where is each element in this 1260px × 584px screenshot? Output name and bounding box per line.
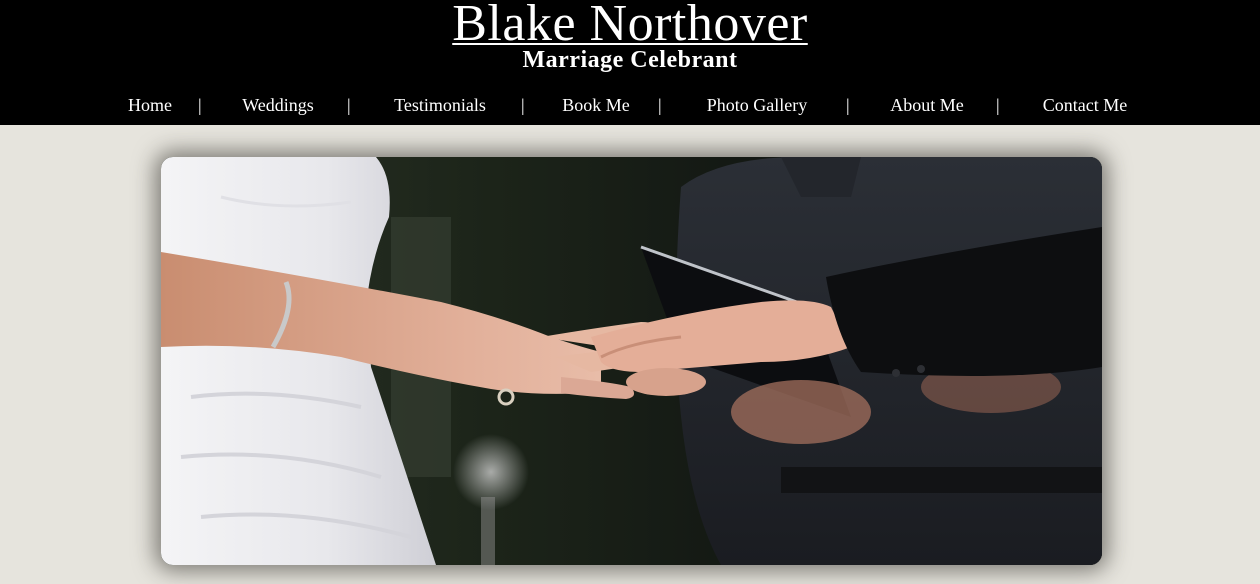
nav-separator: | <box>846 95 850 115</box>
main-navigation: Home | Weddings | Testimonials | Book Me… <box>0 92 1260 120</box>
nav-link-weddings[interactable]: Weddings <box>242 92 314 118</box>
nav-link-testimonials[interactable]: Testimonials <box>394 92 486 118</box>
site-subtitle: Marriage Celebrant <box>522 47 738 73</box>
hero-photo <box>161 157 1102 565</box>
nav-separator: | <box>996 95 1000 115</box>
nav-link-about-me[interactable]: About Me <box>890 92 964 118</box>
nav-link-contact-me[interactable]: Contact Me <box>1043 92 1127 118</box>
nav-separator: | <box>347 95 351 115</box>
nav-separator: | <box>198 95 202 115</box>
nav-link-photo-gallery[interactable]: Photo Gallery <box>707 92 808 118</box>
nav-link-home[interactable]: Home <box>128 92 172 118</box>
site-header: Blake Northover Marriage Celebrant Home … <box>0 0 1260 125</box>
nav-link-book-me[interactable]: Book Me <box>562 92 630 118</box>
nav-separator: | <box>658 95 662 115</box>
nav-separator: | <box>521 95 525 115</box>
wedding-ring-photo-illustration <box>161 157 1102 565</box>
